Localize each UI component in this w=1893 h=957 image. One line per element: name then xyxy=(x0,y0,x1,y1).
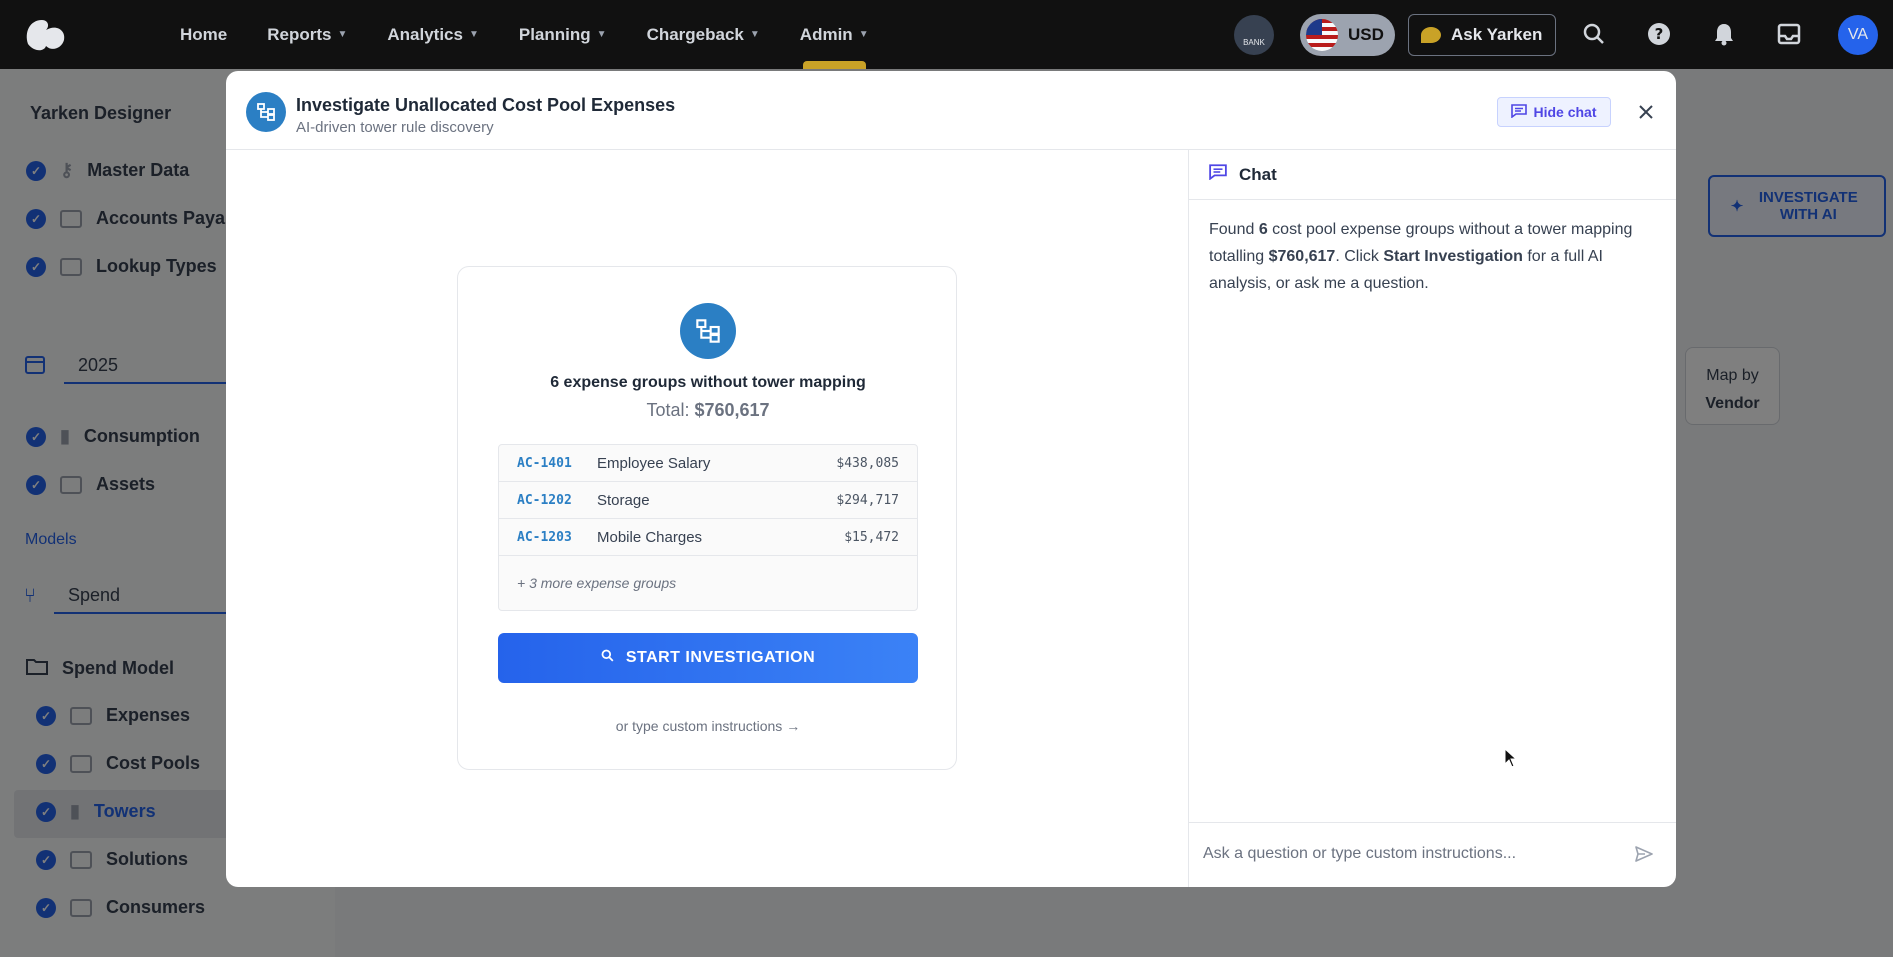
mouse-cursor-icon xyxy=(1504,748,1518,768)
chat-title: Chat xyxy=(1239,164,1277,184)
top-navbar: Home Reports ▼ Analytics ▼ Planning ▼ Charg… xyxy=(0,0,1893,69)
account-code: AC-1401 xyxy=(517,455,572,471)
chevron-down-icon: ▼ xyxy=(337,29,348,40)
investigate-modal: Investigate Unallocated Cost Pool Expens… xyxy=(226,71,1676,887)
table-row: AC-1203 Mobile Charges $15,472 xyxy=(499,519,917,556)
expense-groups-table: AC-1401 Employee Salary $438,085 AC-1202… xyxy=(498,444,918,611)
more-groups-note: + 3 more expense groups xyxy=(517,575,677,591)
nav-chargeback[interactable]: Chargeback ▼ xyxy=(647,0,760,69)
expense-name: Employee Salary xyxy=(597,454,711,472)
avatar-initials: VA xyxy=(1847,26,1869,43)
hide-chat-label: Hide chat xyxy=(1533,104,1597,120)
table-row: AC-1401 Employee Salary $438,085 xyxy=(499,445,917,482)
bank-label: BANK xyxy=(1243,38,1265,47)
chat-input-bar xyxy=(1189,822,1676,887)
total-label: Total: xyxy=(646,400,690,420)
yarken-logo-icon[interactable] xyxy=(22,14,70,54)
table-row: AC-1202 Storage $294,717 xyxy=(499,482,917,519)
expense-name: Storage xyxy=(597,491,650,509)
us-flag-icon xyxy=(1306,19,1338,51)
help-icon[interactable]: ? xyxy=(1645,20,1673,48)
account-code: AC-1203 xyxy=(517,529,572,545)
chevron-down-icon: ▼ xyxy=(596,29,607,40)
search-icon[interactable] xyxy=(1580,20,1608,48)
start-investigation-label: START INVESTIGATION xyxy=(625,649,816,666)
currency-selector[interactable]: USD xyxy=(1300,14,1395,56)
close-icon[interactable] xyxy=(1631,97,1661,127)
total-line: Total: $760,617 xyxy=(458,400,958,421)
nav-admin[interactable]: Admin ▼ xyxy=(800,0,869,69)
bell-icon[interactable] xyxy=(1710,20,1738,48)
modal-title: Investigate Unallocated Cost Pool Expens… xyxy=(296,95,676,115)
nav-planning[interactable]: Planning ▼ xyxy=(519,0,607,69)
assistant-message: Found 6 cost pool expense groups without… xyxy=(1209,221,1633,292)
expense-amount: $294,717 xyxy=(836,492,899,508)
nav-home[interactable]: Home xyxy=(180,0,227,69)
expense-name: Mobile Charges xyxy=(597,528,703,546)
currency-label: USD xyxy=(1348,25,1384,44)
bank-logo-icon[interactable]: BANK xyxy=(1234,15,1274,55)
account-code: AC-1202 xyxy=(517,492,572,508)
total-value: $760,617 xyxy=(694,400,770,420)
yarken-leaf-icon xyxy=(1421,27,1441,43)
user-avatar[interactable]: VA xyxy=(1838,15,1878,55)
send-icon[interactable] xyxy=(1629,839,1659,869)
inbox-icon[interactable] xyxy=(1775,20,1803,48)
chat-panel: Chat Found 6 cost pool expense groups wi… xyxy=(1188,150,1676,887)
chevron-down-icon: ▼ xyxy=(468,29,479,40)
hierarchy-icon xyxy=(680,303,736,359)
chat-icon xyxy=(1209,164,1227,185)
nav-analytics[interactable]: Analytics ▼ xyxy=(387,0,479,69)
modal-header: Investigate Unallocated Cost Pool Expens… xyxy=(226,71,1676,150)
custom-instructions-link[interactable]: or type custom instructions → xyxy=(458,718,958,734)
chat-input[interactable] xyxy=(1203,839,1613,869)
chevron-down-icon: ▼ xyxy=(749,29,760,40)
search-icon xyxy=(601,649,614,667)
main-nav: Home Reports ▼ Analytics ▼ Planning ▼ Charg… xyxy=(180,0,909,69)
nav-reports[interactable]: Reports ▼ xyxy=(267,0,347,69)
ask-yarken-label: Ask Yarken xyxy=(1451,25,1543,44)
expense-amount: $15,472 xyxy=(844,529,899,545)
unmapped-groups-heading: 6 expense groups without tower mapping xyxy=(550,374,866,391)
summary-card: 6 expense groups without tower mapping T… xyxy=(457,266,957,770)
ask-yarken-button[interactable]: Ask Yarken xyxy=(1408,14,1556,56)
chevron-down-icon: ▼ xyxy=(858,29,869,40)
svg-text:?: ? xyxy=(1655,25,1664,43)
investigation-panel: 6 expense groups without tower mapping T… xyxy=(226,150,1188,887)
expense-amount: $438,085 xyxy=(836,455,899,471)
start-investigation-button[interactable]: START INVESTIGATION xyxy=(498,633,918,683)
modal-subtitle: AI-driven tower rule discovery xyxy=(296,119,494,136)
hierarchy-icon xyxy=(246,92,286,132)
chat-header: Chat xyxy=(1189,150,1676,200)
chat-icon xyxy=(1511,103,1528,121)
hide-chat-button[interactable]: Hide chat xyxy=(1497,97,1611,127)
